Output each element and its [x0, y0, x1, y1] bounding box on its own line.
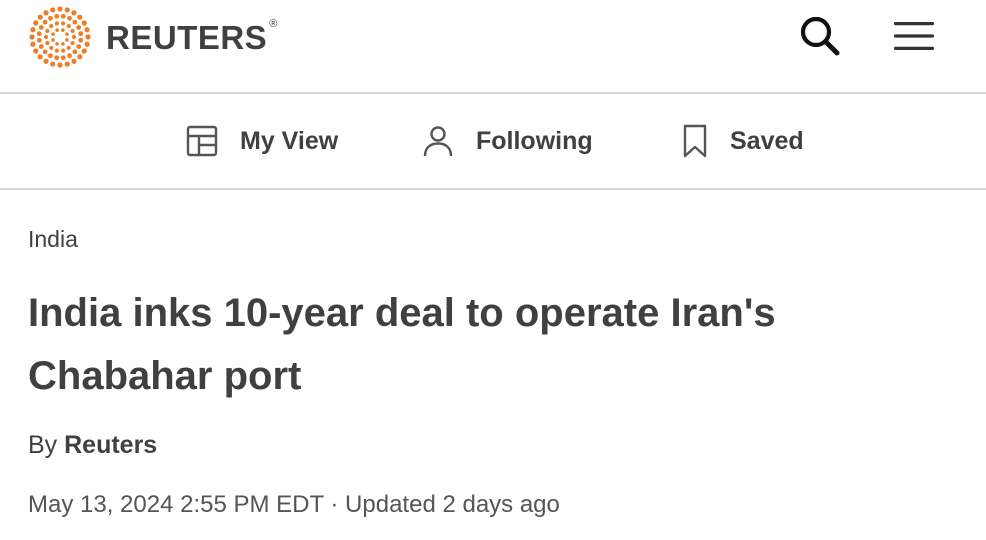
- logo-dot: [77, 14, 83, 20]
- logo-dot: [70, 40, 75, 46]
- logo-dot: [71, 58, 77, 64]
- logo-dot: [57, 62, 63, 68]
- logo-dot: [61, 21, 66, 26]
- logo-dot: [71, 10, 77, 16]
- logo-dot: [51, 38, 55, 42]
- logo-dot: [76, 25, 82, 30]
- date-separator: ·: [323, 491, 346, 518]
- reuters-logo[interactable]: REUTERS ®: [26, 6, 278, 68]
- logo-dot: [38, 44, 44, 49]
- logo-dot: [30, 27, 36, 33]
- logo-dot: [65, 38, 69, 42]
- logo-dot: [29, 34, 35, 40]
- logo-dot: [55, 28, 59, 32]
- logo-dot: [78, 31, 84, 37]
- logo-dot: [81, 48, 87, 54]
- logo-dot: [60, 13, 66, 19]
- brand-name: REUTERS: [106, 18, 268, 56]
- logo-dot: [61, 42, 65, 46]
- top-header: REUTERS ®: [0, 0, 986, 94]
- logo-dot: [30, 41, 36, 47]
- logo-dot: [64, 7, 70, 13]
- logo-dot: [61, 48, 66, 53]
- logo-dot: [51, 32, 55, 36]
- logo-dot: [65, 32, 69, 36]
- updated-time: Updated 2 days ago: [345, 491, 560, 518]
- logo-dot: [76, 44, 82, 49]
- logo-dot: [60, 55, 66, 61]
- logo-dot: [45, 28, 50, 34]
- person-icon: [423, 126, 453, 157]
- byline: By Reuters: [28, 431, 157, 460]
- logo-dot: [43, 58, 49, 64]
- logo-dot: [67, 15, 72, 21]
- logo-dot: [66, 23, 71, 29]
- published-time: May 13, 2024 2:55 PM EDT: [28, 491, 324, 518]
- logo-dot: [54, 48, 59, 53]
- logo-dot: [49, 23, 54, 29]
- registered-mark: ®: [269, 17, 278, 30]
- logo-dot: [61, 28, 65, 32]
- logo-dot: [70, 28, 75, 34]
- logo-dot: [72, 49, 78, 55]
- search-icon: [800, 16, 840, 56]
- logo-dot: [43, 10, 49, 16]
- page: REUTERS ® My View Following Saved India …: [0, 0, 986, 540]
- logo-dot: [54, 21, 59, 26]
- logo-dot: [50, 7, 56, 13]
- nav-following[interactable]: Following: [420, 94, 593, 188]
- logo-dot: [43, 34, 49, 40]
- logo-dot: [50, 61, 56, 67]
- logo-dot: [81, 20, 87, 26]
- logo-dot: [48, 53, 53, 59]
- logo-dot: [36, 31, 42, 37]
- logo-dot: [42, 19, 48, 25]
- logo-dot: [66, 45, 71, 51]
- logo-dot: [77, 54, 83, 60]
- logo-dot: [36, 37, 42, 43]
- nav-following-label: Following: [476, 126, 593, 155]
- logo-dot: [37, 14, 43, 20]
- logo-dot: [57, 6, 63, 12]
- logo-dot: [49, 45, 54, 51]
- logo-dot: [67, 53, 72, 59]
- layout-grid-icon: [186, 125, 218, 157]
- logo-dot: [54, 55, 60, 61]
- nav-saved[interactable]: Saved: [680, 94, 804, 188]
- logo-dot: [38, 25, 44, 30]
- nav-saved-label: Saved: [730, 126, 804, 155]
- logo-dot: [78, 37, 84, 43]
- reuters-dot-ring-logo-icon: [29, 6, 91, 68]
- logo-dot: [84, 41, 90, 47]
- section-link[interactable]: India: [28, 226, 78, 253]
- logo-dot: [54, 13, 60, 19]
- logo-dot: [84, 27, 90, 33]
- logo-dot: [85, 34, 91, 40]
- brand-wordmark: REUTERS ®: [106, 17, 278, 56]
- logo-dot: [33, 20, 39, 26]
- logo-dot: [37, 54, 43, 60]
- logo-dot: [71, 34, 77, 40]
- nav-my-view[interactable]: My View: [184, 94, 338, 188]
- logo-dot: [42, 49, 48, 55]
- logo-dot: [33, 48, 39, 54]
- author-link[interactable]: Reuters: [64, 431, 157, 459]
- byline-prefix: By: [28, 431, 65, 459]
- logo-dot: [72, 19, 78, 25]
- dateline: May 13, 2024 2:55 PM EDT · Updated 2 day…: [28, 491, 560, 519]
- search-button[interactable]: [792, 10, 848, 62]
- menu-button[interactable]: [886, 10, 942, 62]
- logo-dot: [48, 15, 53, 21]
- article-headline: India inks 10-year deal to operate Iran'…: [28, 291, 776, 398]
- hamburger-menu-icon: [894, 22, 934, 50]
- bookmark-icon: [683, 124, 707, 158]
- logo-dot: [55, 42, 59, 46]
- nav-my-view-label: My View: [240, 126, 339, 155]
- logo-dot: [45, 40, 50, 46]
- logo-dot: [64, 61, 70, 67]
- secondary-nav: My View Following Saved: [0, 94, 986, 190]
